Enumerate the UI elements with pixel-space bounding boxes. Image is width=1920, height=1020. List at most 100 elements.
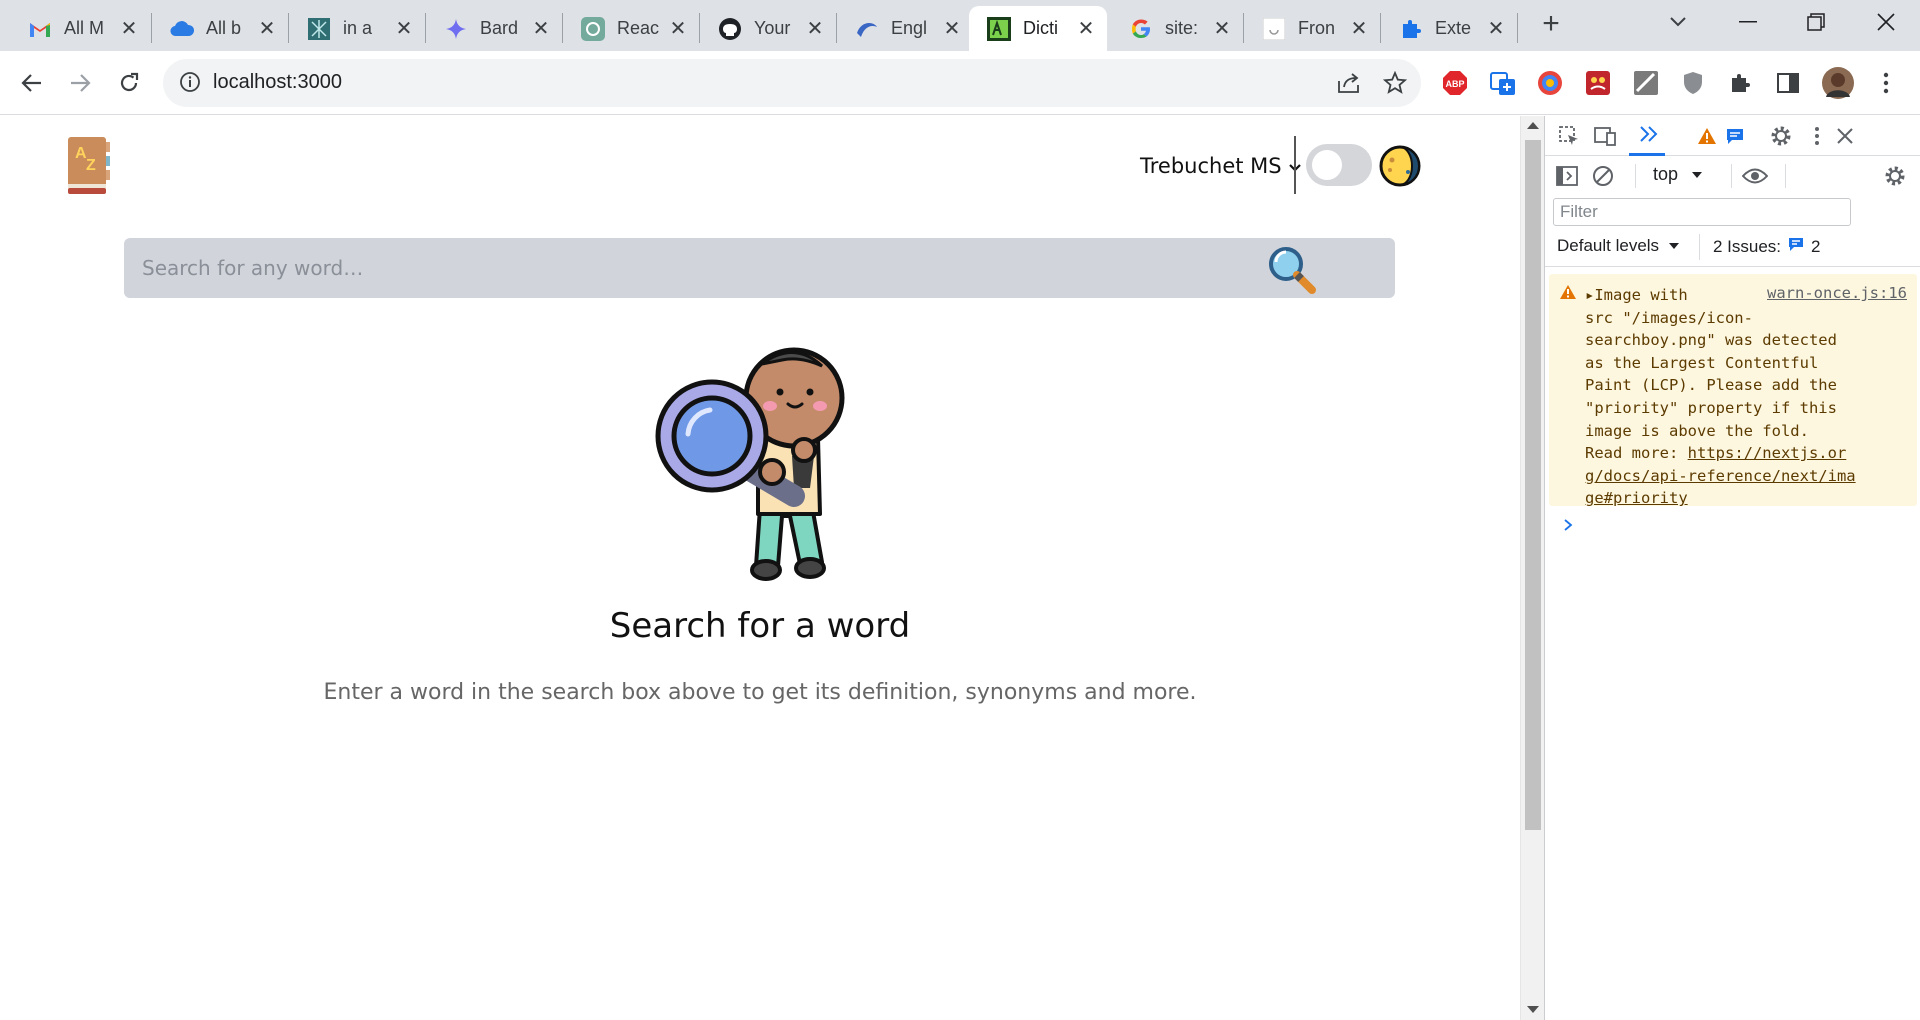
color-picker-icon[interactable] bbox=[1532, 65, 1568, 101]
close-icon[interactable]: ✕ bbox=[118, 18, 140, 40]
warning-count-icon[interactable] bbox=[1693, 122, 1721, 150]
cloud-icon bbox=[170, 17, 194, 41]
close-icon[interactable]: ✕ bbox=[941, 18, 963, 40]
console-toolbar: top bbox=[1545, 156, 1920, 196]
warning-body: src "/images/icon- searchboy.png" was de… bbox=[1585, 308, 1837, 463]
adblock-icon[interactable]: ABP bbox=[1437, 65, 1473, 101]
svg-text:Z: Z bbox=[86, 157, 96, 174]
red-app-extension-icon[interactable] bbox=[1580, 65, 1616, 101]
image-extension-icon[interactable] bbox=[1628, 65, 1664, 101]
tab-bard[interactable]: Bard ✕ bbox=[426, 6, 562, 51]
search-input[interactable] bbox=[124, 238, 1264, 298]
tab-dictionary[interactable]: Dicti ✕ bbox=[969, 6, 1107, 51]
expand-triangle-icon[interactable]: ▸ bbox=[1585, 286, 1594, 304]
tab-google[interactable]: site: ✕ bbox=[1111, 6, 1243, 51]
extensions-puzzle-icon[interactable] bbox=[1723, 65, 1759, 101]
address-bar[interactable]: localhost:3000 bbox=[163, 59, 1421, 107]
dictionary-favicon bbox=[987, 16, 1011, 41]
avatar[interactable] bbox=[1820, 65, 1856, 101]
device-toolbar-icon[interactable] bbox=[1591, 122, 1619, 150]
tab-github[interactable]: Your ✕ bbox=[700, 6, 836, 51]
log-levels-dropdown[interactable]: Default levels bbox=[1557, 236, 1680, 256]
devtools-menu-icon[interactable] bbox=[1803, 122, 1831, 150]
tab-openai[interactable]: Reac ✕ bbox=[563, 6, 699, 51]
close-icon[interactable]: ✕ bbox=[1075, 18, 1097, 40]
tab-title: All M bbox=[64, 18, 104, 38]
share-icon[interactable] bbox=[1336, 71, 1362, 100]
page-scrollbar[interactable] bbox=[1520, 116, 1544, 1020]
inspect-element-icon[interactable] bbox=[1555, 122, 1583, 150]
translate-extension-icon[interactable] bbox=[1485, 65, 1521, 101]
tab-title: in a bbox=[343, 18, 373, 38]
settings-gear-icon[interactable] bbox=[1767, 122, 1795, 150]
close-icon[interactable]: ✕ bbox=[530, 18, 552, 40]
tab-extensions[interactable]: Exte ✕ bbox=[1381, 6, 1517, 51]
bookmark-star-icon[interactable] bbox=[1382, 70, 1408, 100]
restore-icon[interactable] bbox=[1786, 0, 1846, 44]
close-icon[interactable]: ✕ bbox=[1485, 18, 1507, 40]
bard-icon bbox=[444, 17, 468, 41]
close-devtools-icon[interactable] bbox=[1831, 122, 1859, 150]
dictionary-logo-icon[interactable]: A Z bbox=[66, 136, 112, 196]
new-tab-button[interactable]: + bbox=[1535, 7, 1567, 40]
back-arrow-icon[interactable] bbox=[13, 64, 51, 102]
openai-icon bbox=[581, 16, 605, 41]
tab-frontend[interactable]: Fron ✕ bbox=[1244, 6, 1380, 51]
sidebar-toggle-icon[interactable] bbox=[1553, 162, 1581, 190]
site-info-icon[interactable] bbox=[179, 71, 201, 98]
forward-arrow-icon[interactable] bbox=[61, 64, 99, 102]
theme-toggle[interactable] bbox=[1306, 144, 1372, 186]
header-divider bbox=[1294, 136, 1296, 194]
browser-toolbar: localhost:3000 ABP bbox=[0, 51, 1920, 115]
issue-message-icon bbox=[1787, 236, 1805, 257]
tab-gmail[interactable]: All M ✕ bbox=[10, 6, 150, 51]
close-icon[interactable]: ✕ bbox=[393, 18, 415, 40]
close-icon[interactable]: ✕ bbox=[667, 18, 689, 40]
close-icon[interactable]: ✕ bbox=[256, 18, 278, 40]
context-label: top bbox=[1653, 164, 1679, 184]
tab-strip: All M ✕ All b ✕ in a ✕ Bard ✕ Reac ✕ You… bbox=[0, 0, 1920, 51]
empty-state-description: Enter a word in the search box above to … bbox=[323, 680, 1197, 705]
side-panel-icon[interactable] bbox=[1770, 65, 1806, 101]
url-text: localhost:3000 bbox=[213, 71, 342, 93]
close-window-icon[interactable] bbox=[1856, 0, 1916, 44]
font-selector[interactable]: Trebuchet MS bbox=[1140, 154, 1302, 178]
reload-icon[interactable] bbox=[110, 64, 148, 102]
context-selector[interactable]: top bbox=[1653, 164, 1703, 185]
white-page-icon bbox=[1262, 17, 1286, 41]
moon-theme-icon[interactable] bbox=[1378, 144, 1422, 188]
tab-cloud[interactable]: All b ✕ bbox=[152, 6, 288, 51]
minimize-icon[interactable] bbox=[1718, 0, 1778, 44]
console-prompt-chevron-icon[interactable] bbox=[1563, 516, 1573, 537]
close-icon[interactable]: ✕ bbox=[1211, 18, 1233, 40]
console-settings-gear-icon[interactable] bbox=[1881, 162, 1909, 190]
more-panels-chevron-icon[interactable] bbox=[1635, 120, 1663, 148]
tab-title: Bard bbox=[480, 18, 519, 38]
live-expression-eye-icon[interactable] bbox=[1741, 162, 1769, 190]
chrome-menu-icon[interactable] bbox=[1868, 65, 1904, 101]
scrollbar-thumb[interactable] bbox=[1525, 140, 1541, 830]
toggle-knob bbox=[1312, 150, 1342, 180]
search-bar bbox=[124, 238, 1395, 298]
tab-site[interactable]: in a ✕ bbox=[289, 6, 425, 51]
gmail-icon bbox=[28, 17, 52, 41]
close-icon[interactable]: ✕ bbox=[804, 18, 826, 40]
font-selector-label: Trebuchet MS bbox=[1140, 154, 1282, 178]
console-warning-message[interactable]: ▸Image with src "/images/icon- searchboy… bbox=[1549, 274, 1917, 507]
console-filter-input[interactable]: Filter bbox=[1553, 198, 1851, 226]
tab-title: All b bbox=[206, 18, 242, 38]
scroll-up-arrow-icon[interactable] bbox=[1527, 122, 1539, 129]
shield-icon[interactable] bbox=[1675, 65, 1711, 101]
search-icon[interactable] bbox=[1266, 244, 1318, 296]
issues-counter[interactable]: 2 Issues: 2 bbox=[1713, 236, 1821, 257]
scroll-down-arrow-icon[interactable] bbox=[1527, 1006, 1539, 1013]
close-icon[interactable]: ✕ bbox=[1348, 18, 1370, 40]
tab-search-chevron-icon[interactable] bbox=[1648, 0, 1708, 44]
clear-console-icon[interactable] bbox=[1589, 162, 1617, 190]
warning-source-link[interactable]: warn-once.js:16 bbox=[1767, 284, 1907, 302]
generic-site-icon bbox=[307, 17, 331, 41]
tab-english[interactable]: Engl ✕ bbox=[837, 6, 973, 51]
github-icon bbox=[718, 17, 742, 41]
puzzle-icon bbox=[1399, 17, 1423, 41]
messages-count-icon[interactable] bbox=[1721, 122, 1749, 150]
